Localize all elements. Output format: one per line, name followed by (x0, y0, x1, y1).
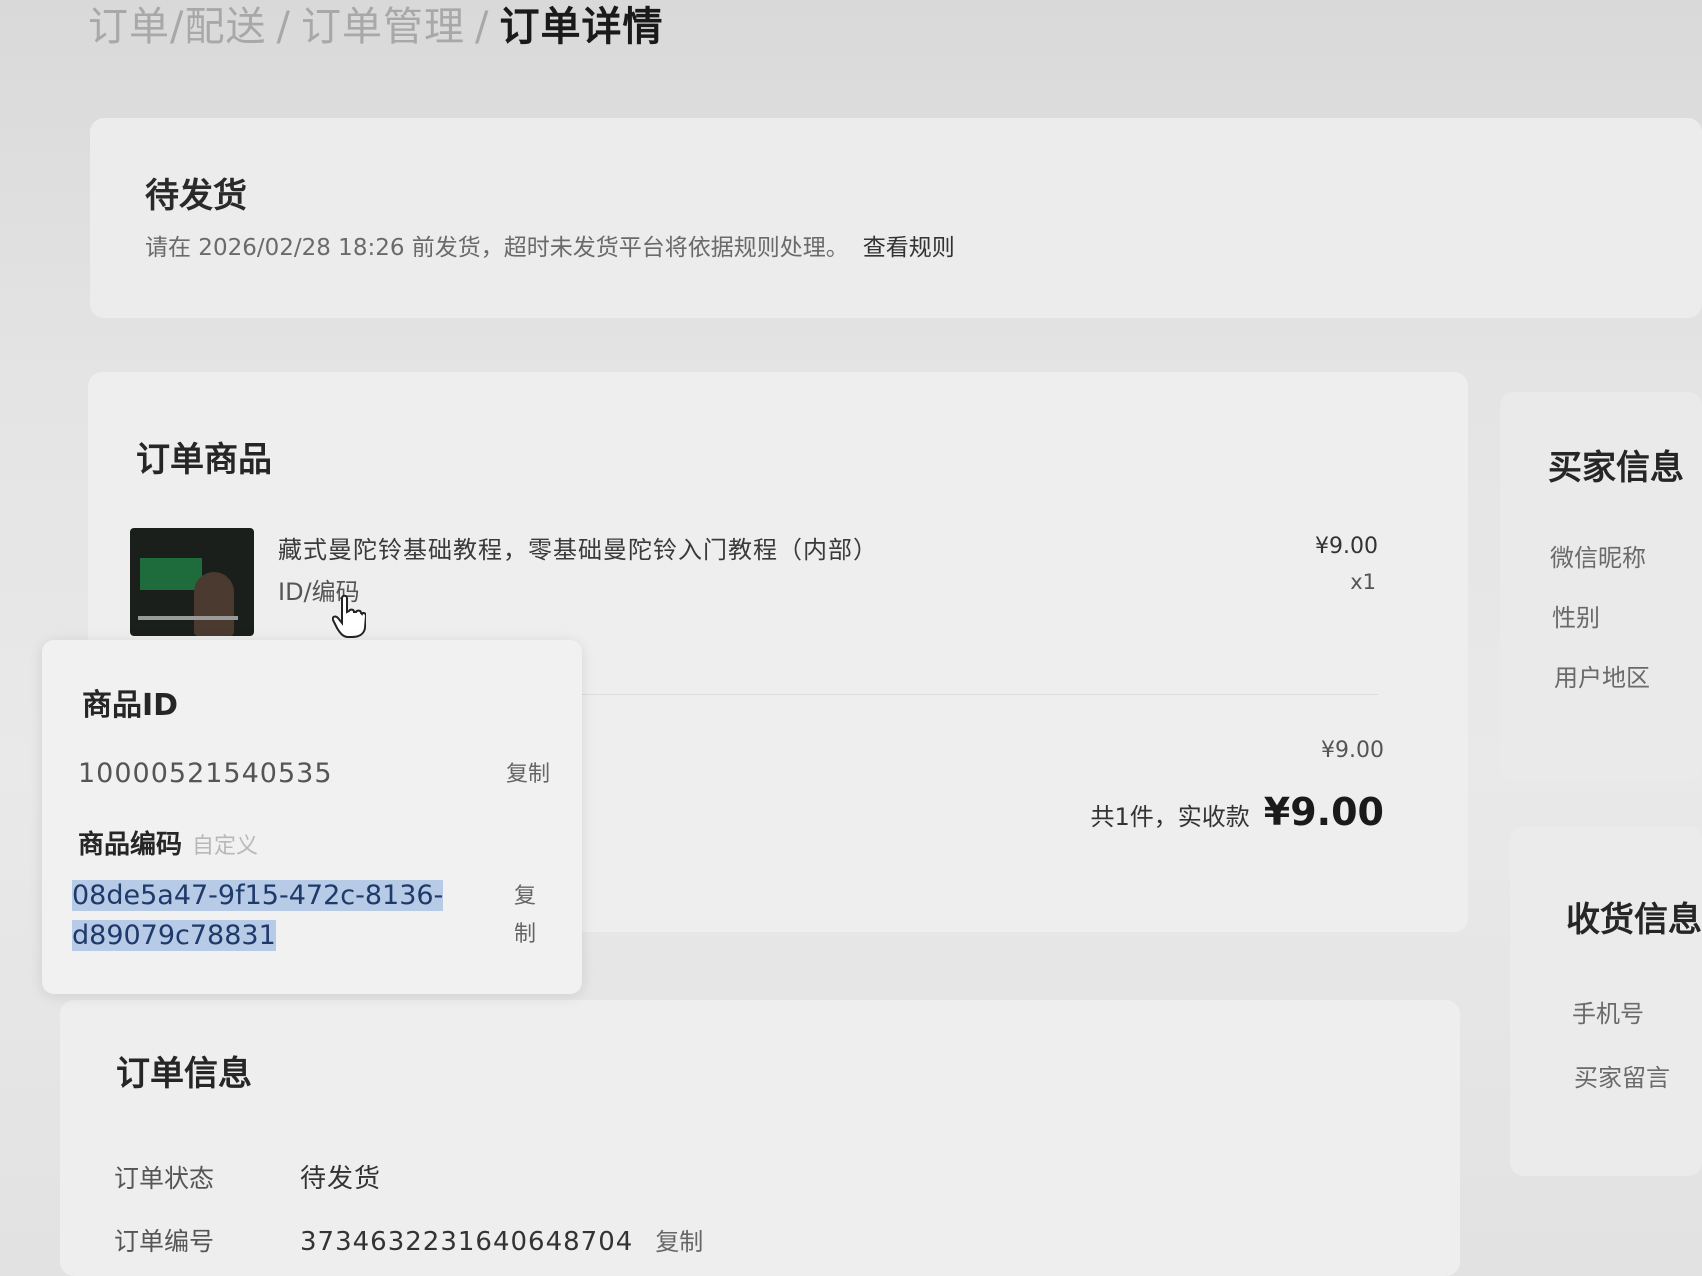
buyer-message-label: 买家留言 (1574, 1064, 1670, 1092)
breadcrumb-order-detail: 订单详情 (499, 4, 664, 50)
product-code-title: 商品编码 自定义 (78, 824, 258, 861)
product-id-popover: 商品ID 10000521540535 复制 商品编码 自定义 08de5a47-… (42, 640, 582, 994)
order-goods-title: 订单商品 (136, 440, 272, 480)
view-rules-link[interactable]: 查看规则 (863, 235, 955, 261)
order-number-row: 订单编号 3734632231640648704 复制 (114, 1222, 703, 1258)
status-title: 待发货 (145, 176, 247, 216)
receiver-info-title: 收货信息 (1566, 900, 1702, 940)
buyer-wechat-nickname-label: 微信昵称 (1550, 544, 1646, 572)
buyer-info-card: 买家信息 微信昵称 性别 用户地区 (1500, 392, 1702, 780)
buyer-region-label: 用户地区 (1554, 664, 1650, 692)
order-status-card: 待发货 请在 2026/02/28 18:26 前发货，超时未发货平台将依据规则… (90, 118, 1702, 318)
product-price: ¥9.00 (1315, 534, 1378, 559)
product-quantity: x1 (1350, 570, 1376, 594)
order-status-value: 待发货 (300, 1164, 382, 1194)
thumbnail-title-block (140, 558, 202, 590)
product-id-value: 10000521540535 (78, 758, 333, 789)
receiver-info-card: 收货信息 手机号 买家留言 (1510, 826, 1702, 1176)
thumbnail-caption-line (138, 616, 238, 620)
product-id-title: 商品ID (82, 688, 179, 723)
order-number-value: 3734632231640648704 (300, 1227, 634, 1257)
product-code-value[interactable]: 08de5a47-9f15-472c-8136-d89079c78831 (72, 876, 452, 956)
status-desc-text: 请在 2026/02/28 18:26 前发货，超时未发货平台将依据规则处理。 (145, 235, 849, 261)
breadcrumb-order-management[interactable]: 订单管理 (301, 4, 465, 50)
breadcrumb-separator: / (276, 4, 291, 50)
product-code-selection: 08de5a47-9f15-472c-8136-d89079c78831 (72, 880, 444, 951)
breadcrumb-orders-delivery[interactable]: 订单/配送 (88, 4, 266, 50)
product-thumbnail[interactable] (130, 528, 254, 636)
total-row: 共1件，实收款 ¥9.00 (1091, 790, 1384, 834)
breadcrumb-separator: / (474, 4, 490, 50)
total-label: 共1件，实收款 (1090, 803, 1250, 831)
goods-subtotal: ¥9.00 (1321, 738, 1384, 763)
product-code-custom-tag: 自定义 (192, 834, 259, 859)
order-status-label: 订单状态 (114, 1164, 215, 1193)
hand-cursor-icon (332, 594, 366, 638)
product-name[interactable]: 藏式曼陀铃基础教程，零基础曼陀铃入门教程（内部） (278, 530, 878, 565)
order-info-title: 订单信息 (116, 1054, 252, 1094)
status-description: 请在 2026/02/28 18:26 前发货，超时未发货平台将依据规则处理。查… (145, 228, 955, 262)
order-info-card: 订单信息 订单状态 待发货 订单编号 3734632231640648704 复制 (60, 1000, 1460, 1276)
order-number-label: 订单编号 (114, 1227, 215, 1256)
buyer-gender-label: 性别 (1552, 604, 1600, 632)
thumbnail-person (194, 572, 234, 636)
breadcrumb: 订单/配送 / 订单管理 / 订单详情 (88, 0, 663, 52)
copy-product-code-button[interactable]: 复制 (514, 878, 544, 954)
product-code-label: 商品编码 (78, 830, 183, 860)
copy-order-number-button[interactable]: 复制 (655, 1228, 703, 1256)
receiver-phone-label: 手机号 (1572, 1000, 1644, 1028)
total-amount: ¥9.00 (1263, 790, 1384, 834)
copy-product-id-button[interactable]: 复制 (506, 756, 550, 788)
buyer-info-title: 买家信息 (1548, 448, 1684, 488)
order-status-row: 订单状态 待发货 (114, 1158, 381, 1195)
